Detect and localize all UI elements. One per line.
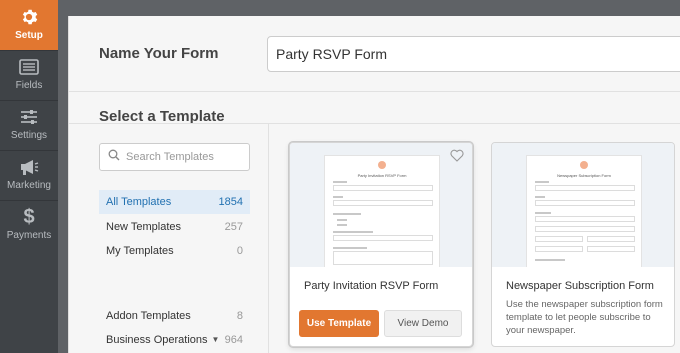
form-setup-panel: Name Your Form Party RSVP Form Select a … <box>68 16 680 353</box>
sidebar-item-label: Settings <box>10 130 48 141</box>
template-preview: Party Invitation RSVP Form <box>290 143 472 267</box>
template-grid: Party Invitation RSVP Form Party Invitat… <box>270 124 680 353</box>
search-placeholder: Search Templates <box>126 151 214 163</box>
heart-icon[interactable] <box>450 149 464 167</box>
divider <box>0 50 58 51</box>
template-card-newspaper-subscription[interactable]: Newspaper Subscription Form Newspaper Su… <box>491 142 675 347</box>
sidebar-item-label: Setup <box>15 30 43 41</box>
chevron-down-icon: ▼ <box>211 335 220 344</box>
category-count: 964 <box>224 334 243 346</box>
view-demo-button[interactable]: View Demo <box>384 310 462 337</box>
template-browser: Search Templates All Templates 1854 New … <box>69 123 680 353</box>
category-count: 257 <box>224 221 243 233</box>
form-logo-icon <box>378 161 386 169</box>
category-my-templates[interactable]: My Templates 0 <box>99 239 250 263</box>
form-preview-document: Newspaper Subscription Form <box>526 155 642 267</box>
use-template-button[interactable]: Use Template <box>299 310 379 337</box>
form-name-label: Name Your Form <box>99 45 219 62</box>
preview-title: Party Invitation RSVP Form <box>357 173 407 178</box>
sidebar-item-settings[interactable]: Settings <box>0 100 58 150</box>
gear-icon <box>20 6 38 28</box>
preview-title: Newspaper Subscription Form <box>557 173 611 178</box>
fields-list-icon <box>19 56 39 78</box>
search-icon <box>108 148 120 166</box>
sidebar: Setup Fields Settings Marketing $ Paymen… <box>0 0 58 353</box>
sidebar-item-label: Fields <box>15 80 43 91</box>
category-addon-templates[interactable]: Addon Templates 8 <box>99 304 250 328</box>
sidebar-item-marketing[interactable]: Marketing <box>0 150 58 200</box>
template-title: Newspaper Subscription Form <box>506 280 654 292</box>
category-business-operations[interactable]: Business Operations ▼ 964 <box>99 328 250 352</box>
template-description: Use the newspaper subscription form temp… <box>506 299 663 336</box>
category-label: New Templates <box>106 221 181 233</box>
category-new-templates[interactable]: New Templates 257 <box>99 215 250 239</box>
sidebar-item-payments[interactable]: $ Payments <box>0 200 58 250</box>
form-preview-document: Party Invitation RSVP Form <box>324 155 440 267</box>
search-templates-input[interactable]: Search Templates <box>99 143 250 171</box>
template-preview: Newspaper Subscription Form <box>492 143 674 267</box>
category-count: 0 <box>236 245 243 257</box>
category-label: Business Operations <box>106 334 208 346</box>
divider <box>0 200 58 201</box>
category-label: Addon Templates <box>106 310 191 322</box>
megaphone-icon <box>19 156 39 178</box>
template-title: Party Invitation RSVP Form <box>304 280 439 292</box>
divider <box>0 150 58 151</box>
sidebar-item-label: Marketing <box>7 180 51 191</box>
category-count: 1854 <box>218 196 243 208</box>
sliders-icon <box>19 106 39 128</box>
divider <box>0 100 58 101</box>
form-name-input[interactable]: Party RSVP Form <box>267 36 680 72</box>
category-label: My Templates <box>106 245 174 257</box>
dollar-icon: $ <box>23 205 35 228</box>
sidebar-item-setup[interactable]: Setup <box>0 0 58 50</box>
category-all-templates[interactable]: All Templates 1854 <box>99 190 250 214</box>
sidebar-item-label: Payments <box>6 230 52 241</box>
form-name-row: Name Your Form Party RSVP Form <box>69 16 680 92</box>
category-count: 8 <box>236 310 243 322</box>
category-label: All Templates <box>106 196 172 208</box>
sidebar-item-fields[interactable]: Fields <box>0 50 58 100</box>
template-categories-sidebar: Search Templates All Templates 1854 New … <box>69 124 269 353</box>
form-logo-icon <box>580 161 588 169</box>
template-card-party-rsvp[interactable]: Party Invitation RSVP Form Party Invitat… <box>289 142 473 347</box>
